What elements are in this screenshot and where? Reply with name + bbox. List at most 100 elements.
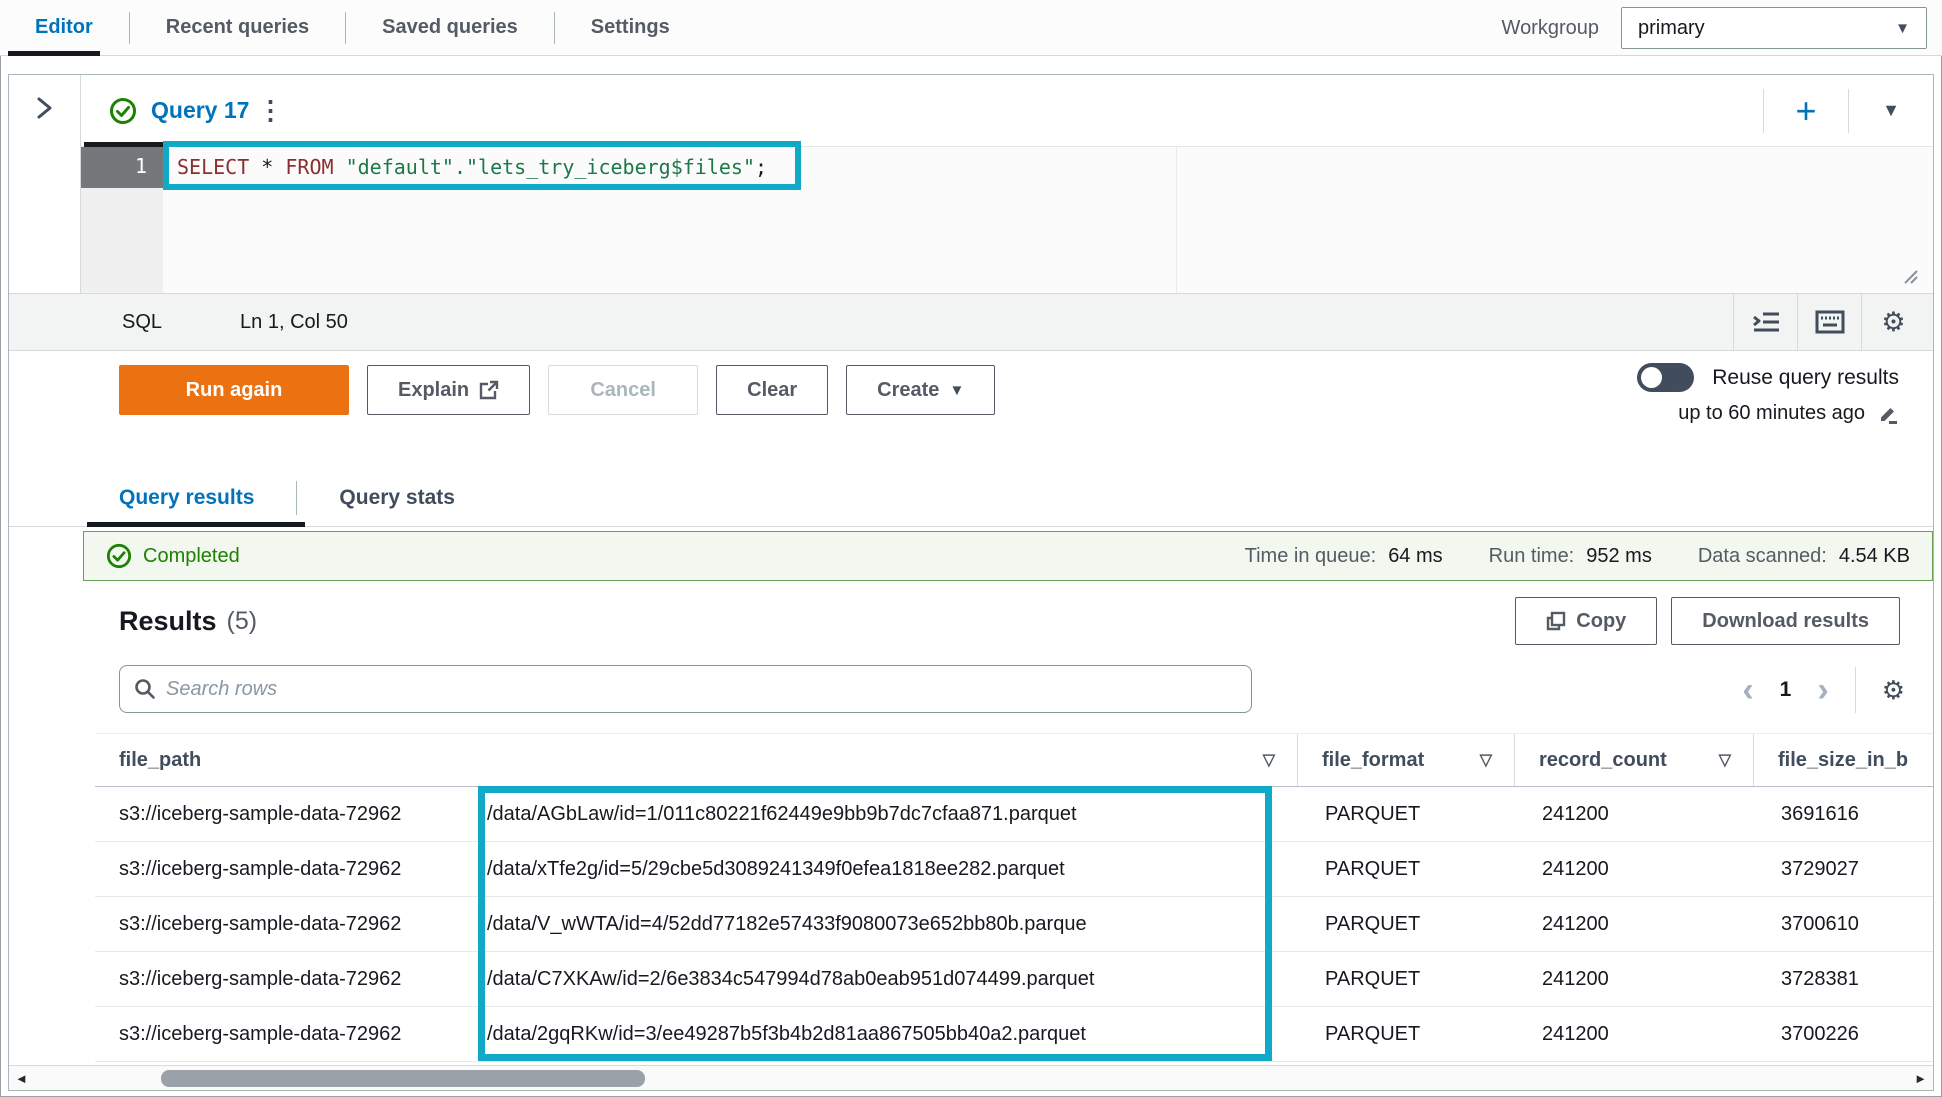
nav-divider [345, 12, 346, 44]
cell-file-format: PARQUET [1297, 968, 1514, 991]
cell-file-size: 3729027 [1753, 858, 1933, 881]
column-header-record-count[interactable]: record_count ▽ [1514, 734, 1753, 786]
results-count: (5) [227, 607, 258, 636]
cell-file-size: 3691616 [1753, 803, 1933, 826]
explain-button[interactable]: Explain [367, 365, 530, 415]
line-number: 1 [81, 147, 163, 188]
table-row: s3://iceberg-sample-data-72962/data/2gqR… [95, 1007, 1933, 1062]
results-title: Results [119, 606, 217, 637]
kebab-menu-icon[interactable]: ⋮ [249, 95, 291, 126]
filter-icon[interactable]: ▽ [1480, 750, 1492, 770]
create-button[interactable]: Create ▼ [846, 365, 995, 415]
edit-reuse-duration-button[interactable] [1877, 403, 1899, 425]
tab-list-caret-icon[interactable]: ▼ [1849, 100, 1933, 121]
nav-tabs: Editor Recent queries Saved queries Sett… [0, 0, 670, 55]
metric-value: 64 ms [1388, 545, 1442, 568]
tab-query-results[interactable]: Query results [119, 486, 254, 510]
cell-file-format: PARQUET [1297, 1023, 1514, 1046]
s3-prefix: s3://iceberg-sample-data-72962 [119, 913, 487, 936]
download-results-button[interactable]: Download results [1671, 597, 1900, 645]
check-circle-icon [106, 543, 132, 569]
scrollbar-thumb[interactable] [161, 1070, 645, 1087]
top-nav: Editor Recent queries Saved queries Sett… [0, 0, 1942, 56]
page-number[interactable]: 1 [1780, 678, 1792, 702]
previous-page-icon[interactable]: ‹ [1742, 673, 1753, 707]
pagination: ‹ 1 › ⚙ [1742, 667, 1905, 713]
s3-prefix: s3://iceberg-sample-data-72962 [119, 968, 487, 991]
filter-icon[interactable]: ▽ [1263, 750, 1275, 770]
metric-label: Time in queue: [1245, 545, 1377, 568]
column-header-file-size[interactable]: file_size_in_b [1753, 734, 1933, 786]
scroll-left-icon[interactable]: ◄ [15, 1071, 28, 1086]
cell-file-size: 3700610 [1753, 913, 1933, 936]
workgroup-label: Workgroup [1502, 17, 1599, 40]
nav-tab-recent-queries[interactable]: Recent queries [166, 16, 309, 39]
results-settings-gear-icon[interactable]: ⚙ [1882, 677, 1905, 703]
pencil-icon [1877, 403, 1899, 425]
file-path: /data/xTfe2g/id=5/29cbe5d3089241349f0efe… [487, 858, 1065, 880]
search-rows-input[interactable] [166, 678, 1237, 701]
nav-tab-saved-queries[interactable]: Saved queries [382, 16, 518, 39]
cancel-button[interactable]: Cancel [548, 365, 698, 415]
check-circle-icon [109, 97, 137, 125]
column-label: file_size_in_b [1778, 749, 1908, 772]
metric-label: Data scanned: [1698, 545, 1827, 568]
search-icon [134, 678, 156, 700]
results-tab-bar: Query results Query stats [9, 470, 1933, 527]
editor-settings-button[interactable]: ⚙ [1861, 294, 1925, 350]
sql-editor[interactable]: 1 SELECT * FROM "default"."lets_try_iceb… [81, 147, 1933, 293]
sql-code-line[interactable]: SELECT * FROM "default"."lets_try_iceber… [177, 147, 767, 188]
next-page-icon[interactable]: › [1817, 673, 1828, 707]
cursor-position: Ln 1, Col 50 [240, 311, 348, 334]
nav-divider [129, 12, 130, 44]
column-header-file-format[interactable]: file_format ▽ [1297, 734, 1514, 786]
editor-resize-handle[interactable] [1901, 267, 1919, 285]
filter-icon[interactable]: ▽ [1719, 750, 1731, 770]
scroll-right-icon[interactable]: ► [1914, 1071, 1927, 1086]
results-table: file_path ▽ file_format ▽ record_count ▽… [95, 733, 1933, 1062]
column-label: file_path [119, 749, 201, 772]
keyboard-shortcuts-button[interactable] [1797, 294, 1861, 350]
reuse-results-toggle[interactable] [1637, 363, 1694, 392]
cell-file-size: 3700226 [1753, 1023, 1933, 1046]
metric-value: 952 ms [1586, 545, 1652, 568]
cell-record-count: 241200 [1514, 1023, 1753, 1046]
expand-panel-button[interactable] [31, 93, 57, 123]
query-status-banner: Completed Time in queue:64 ms Run time:9… [83, 531, 1933, 581]
file-path: /data/AGbLaw/id=1/011c80221f62449e9bb9b7… [487, 803, 1077, 825]
format-query-button[interactable] [1733, 294, 1797, 350]
horizontal-scrollbar[interactable]: ◄ ► [9, 1065, 1933, 1091]
cell-record-count: 241200 [1514, 858, 1753, 881]
workgroup-select[interactable]: primary ▼ [1621, 7, 1927, 49]
column-header-file-path[interactable]: file_path ▽ [95, 734, 1297, 786]
nav-tab-settings[interactable]: Settings [591, 16, 670, 39]
tab-query-stats[interactable]: Query stats [339, 486, 455, 510]
status-text: Completed [143, 545, 240, 568]
reuse-results-label: Reuse query results [1712, 366, 1899, 390]
query-metrics: Time in queue:64 ms Run time:952 ms Data… [1245, 545, 1910, 568]
clear-button[interactable]: Clear [716, 365, 828, 415]
sql-identifier: "default"."lets_try_iceberg$files" [334, 155, 755, 179]
cell-file-path: s3://iceberg-sample-data-72962/data/AGbL… [95, 803, 1297, 826]
cell-record-count: 241200 [1514, 968, 1753, 991]
cell-file-format: PARQUET [1297, 858, 1514, 881]
sql-keyword: SELECT [177, 155, 249, 179]
query-tab[interactable]: Query 17 [81, 97, 249, 125]
add-query-tab-button[interactable]: + [1764, 93, 1848, 129]
file-path: /data/C7XKAw/id=2/6e3834c547994d78ab0eab… [487, 968, 1094, 990]
run-again-button[interactable]: Run again [119, 365, 349, 415]
nav-divider [554, 12, 555, 44]
editor-status-bar: SQL Ln 1, Col 50 [9, 293, 1933, 351]
cell-file-path: s3://iceberg-sample-data-72962/data/C7XK… [95, 968, 1297, 991]
print-margin-line [1176, 147, 1177, 293]
query-tab-bar: Query 17 ⋮ + ▼ [81, 75, 1933, 147]
nav-tab-editor[interactable]: Editor [35, 16, 93, 39]
file-path: /data/2gqRKw/id=3/ee49287b5f3b4b2d81aa86… [487, 1023, 1086, 1045]
copy-button[interactable]: Copy [1515, 597, 1657, 645]
divider [1855, 667, 1856, 713]
query-actions: Run again Explain Cancel Clear Create ▼ [9, 351, 1933, 469]
copy-label: Copy [1576, 610, 1626, 633]
explain-label: Explain [398, 379, 469, 402]
table-row: s3://iceberg-sample-data-72962/data/AGbL… [95, 787, 1933, 842]
gear-icon: ⚙ [1881, 309, 1905, 336]
